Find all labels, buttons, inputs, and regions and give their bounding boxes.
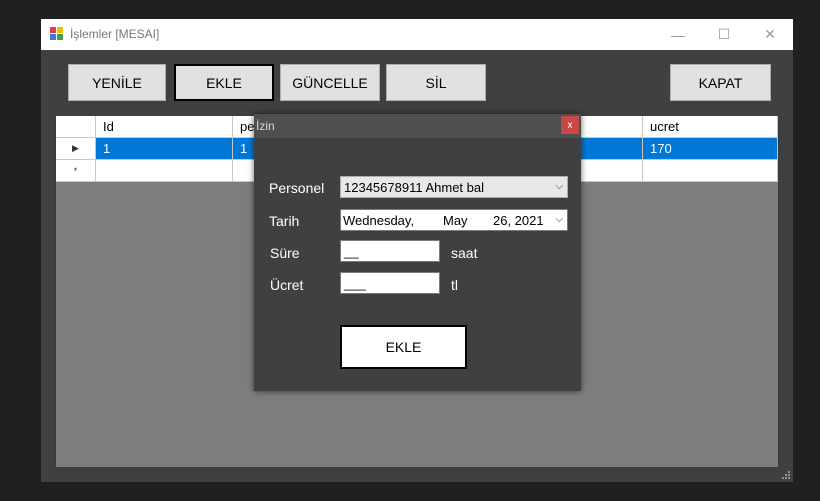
date-weekday: Wednesday, <box>343 213 415 228</box>
title-bar: İşlemler [MESAI] — ☐ ✕ <box>41 19 793 50</box>
dialog-close-button[interactable]: x <box>561 116 579 134</box>
close-window-button[interactable]: ✕ <box>747 19 793 50</box>
add-button[interactable]: EKLE <box>174 64 274 101</box>
column-header-id[interactable]: Id <box>96 116 233 138</box>
date-month[interactable]: May <box>443 213 468 228</box>
ucret-input[interactable]: ___ <box>340 272 440 294</box>
corner-header-cell[interactable] <box>56 116 96 138</box>
personel-select[interactable]: 12345678911 Ahmet bal ⌵ <box>340 176 568 198</box>
dialog-title: İzin <box>256 119 275 133</box>
new-cell-ucret[interactable] <box>643 160 778 182</box>
tarih-label: Tarih <box>269 213 300 229</box>
update-button[interactable]: GÜNCELLE <box>280 64 380 101</box>
sure-label: Süre <box>270 245 300 261</box>
personel-label: Personel <box>269 180 325 196</box>
tarih-date-picker[interactable]: Wednesday, May 26, 2021 ⌵ <box>340 209 568 231</box>
ucret-unit: tl <box>451 277 458 293</box>
ucret-label: Ücret <box>270 277 304 293</box>
personel-selected-value: 12345678911 Ahmet bal <box>344 180 484 195</box>
row-header-current[interactable]: ▶ <box>56 138 96 160</box>
cell-id[interactable]: 1 <box>96 138 233 160</box>
app-icon <box>50 27 63 40</box>
izin-dialog: İzin x Personel 12345678911 Ahmet bal ⌵ … <box>254 114 581 391</box>
window-title: İşlemler [MESAI] <box>70 27 160 41</box>
dialog-title-bar: İzin x <box>254 114 581 138</box>
refresh-button[interactable]: YENİLE <box>68 64 166 101</box>
row-header-new[interactable]: * <box>56 160 96 182</box>
sure-unit: saat <box>451 245 478 261</box>
date-day-year[interactable]: 26, 2021 <box>493 213 544 228</box>
resize-grip-icon[interactable] <box>781 470 791 480</box>
new-cell-id[interactable] <box>96 160 233 182</box>
sure-input[interactable]: __ <box>340 240 440 262</box>
close-button[interactable]: KAPAT <box>670 64 771 101</box>
cell-ucret[interactable]: 170 <box>643 138 778 160</box>
chevron-down-icon[interactable]: ⌵ <box>555 214 563 225</box>
chevron-down-icon: ⌵ <box>555 181 563 192</box>
maximize-button[interactable]: ☐ <box>701 19 747 50</box>
dialog-add-button[interactable]: EKLE <box>340 325 467 369</box>
delete-button[interactable]: SİL <box>386 64 486 101</box>
column-header-ucret[interactable]: ucret <box>643 116 778 138</box>
minimize-button[interactable]: — <box>655 19 701 50</box>
